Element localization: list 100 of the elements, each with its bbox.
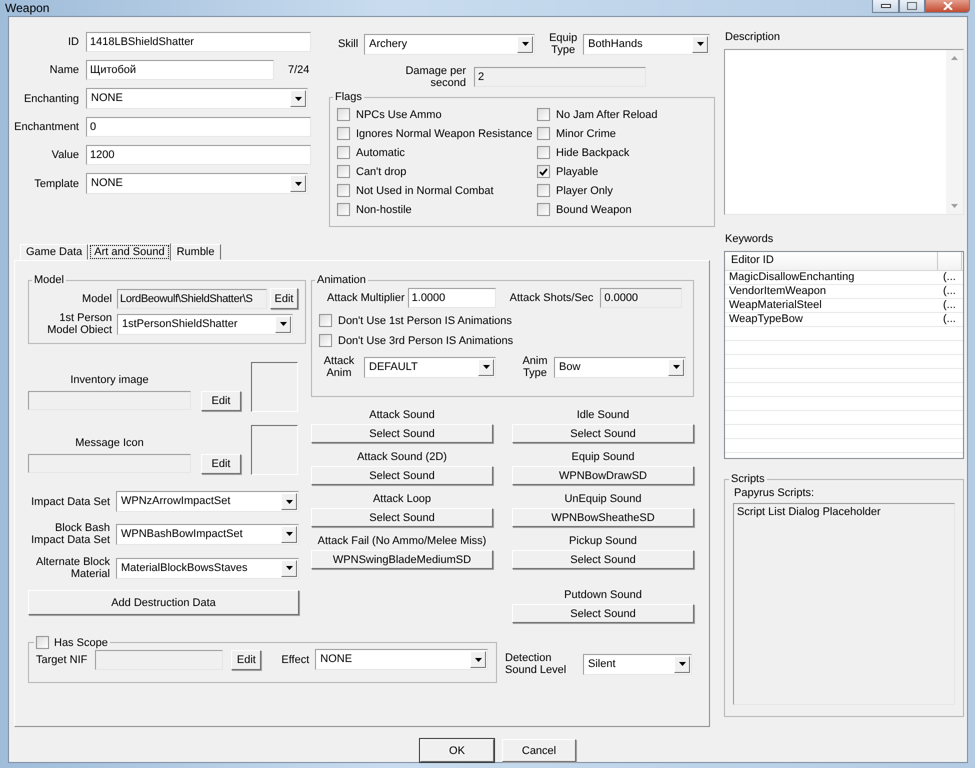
table-cell[interactable]: (... (939, 299, 961, 313)
checkbox-label: No Jam After Reload (556, 108, 658, 120)
checkbox[interactable] (319, 334, 332, 347)
sound-button[interactable]: Select Sound (512, 424, 694, 443)
table-cell[interactable]: MagicDisallowEnchanting (725, 271, 939, 285)
text-field[interactable]: 0.0000 (600, 288, 682, 308)
dropdown[interactable]: NONE (86, 173, 308, 194)
maximize-icon (907, 2, 917, 10)
text-field[interactable]: 1.0000 (408, 288, 496, 308)
tab[interactable]: Game Data (20, 244, 88, 260)
sound-button[interactable]: Select Sound (512, 604, 694, 623)
dropdown[interactable]: Bow (554, 356, 686, 378)
sound-button[interactable]: Select Sound (512, 550, 694, 569)
checkbox-label: Non-hostile (356, 204, 412, 216)
dropdown[interactable]: WPNzArrowImpactSet (116, 491, 299, 512)
dropdown[interactable]: MaterialBlockBowsStaves (116, 558, 299, 578)
text-field[interactable]: 1418LBShieldShatter (86, 32, 311, 52)
field-label: Papyrus Scripts: (734, 487, 816, 500)
text-field[interactable]: Щитобой (86, 60, 274, 80)
sound-button[interactable]: Select Sound (311, 508, 493, 527)
field-label: Template (33, 178, 80, 190)
text-field[interactable] (28, 391, 191, 410)
field-label: Enchanting (22, 92, 80, 104)
checkbox[interactable] (337, 127, 350, 140)
text-field[interactable]: 1200 (86, 145, 311, 165)
caret-icon (482, 365, 490, 369)
checkbox[interactable] (537, 108, 550, 121)
table-cell[interactable]: VendorItemWeapon (725, 285, 939, 299)
edit-button[interactable]: Edit (201, 454, 241, 474)
field-label: Name (48, 64, 80, 76)
checkbox[interactable] (36, 636, 49, 649)
text-field[interactable] (95, 650, 224, 670)
ok-button[interactable]: OK (420, 739, 494, 762)
field-label: Effect (281, 654, 310, 666)
checkbox-label: Don't Use 3rd Person IS Animations (338, 334, 514, 346)
table-cell[interactable]: (... (939, 285, 961, 299)
text-field[interactable] (28, 454, 191, 473)
sound-button[interactable]: Select Sound (311, 424, 493, 443)
field-label: Impact Data Set (30, 496, 110, 508)
field-label: Attack Multiplier (327, 292, 405, 304)
text-field[interactable]: 0 (86, 117, 311, 137)
checkbox[interactable] (337, 203, 350, 216)
description-field[interactable] (724, 49, 964, 215)
sound-button[interactable]: WPNSwingBladeMediumSD (311, 550, 493, 569)
tab[interactable]: Rumble (170, 244, 220, 260)
maximize-button[interactable] (899, 0, 925, 13)
field-label: Equip Type (548, 32, 578, 56)
field-label: Damage per second (404, 65, 467, 89)
list-item[interactable]: Script List Dialog Placeholder (737, 506, 951, 518)
group-title: Scripts (730, 473, 766, 485)
scrollbar[interactable] (946, 50, 963, 214)
checkbox[interactable] (337, 146, 350, 159)
sound-label: Attack Fail (No Ammo/Melee Miss) (318, 535, 486, 548)
text-field[interactable]: 2 (474, 67, 646, 87)
sound-button[interactable]: WPNBowSheatheSD (512, 508, 694, 527)
checkbox-label: Playable (556, 166, 598, 178)
group-title: Model (33, 274, 65, 286)
caret-icon (286, 566, 292, 570)
table-cell[interactable]: (... (939, 313, 961, 327)
text-field[interactable]: LordBeowulf\ShieldShatter\S (117, 288, 267, 308)
field-label: Enchantment (14, 121, 80, 133)
checkbox[interactable] (337, 108, 350, 121)
caret-icon (286, 500, 292, 504)
sound-button[interactable]: Select Sound (311, 466, 493, 485)
cancel-button[interactable]: Cancel (502, 739, 576, 762)
sound-label: Attack Sound (2D) (357, 451, 447, 464)
table-cell[interactable]: WeapTypeBow (725, 313, 939, 327)
minimize-button[interactable] (872, 0, 899, 13)
dropdown[interactable]: NONE (315, 649, 488, 670)
close-button[interactable] (925, 0, 970, 13)
dropdown[interactable]: DEFAULT (364, 356, 496, 378)
table-cell[interactable]: (... (939, 271, 961, 285)
column-header[interactable] (938, 252, 962, 270)
tab[interactable]: Art and Sound (88, 243, 171, 261)
checkbox[interactable] (537, 165, 550, 178)
table-cell[interactable]: WeapMaterialSteel (725, 299, 939, 313)
dropdown[interactable]: BothHands (583, 34, 710, 54)
sound-label: UnEquip Sound (564, 493, 642, 506)
dropdown[interactable]: 1stPersonShieldShatter (117, 314, 293, 334)
column-header[interactable]: Editor ID (725, 252, 938, 270)
dropdown[interactable]: NONE (86, 88, 308, 109)
dropdown[interactable]: WPNBashBowImpactSet (116, 524, 299, 544)
caret-icon (286, 532, 292, 536)
edit-button[interactable]: Edit (270, 288, 298, 309)
sound-button[interactable]: WPNBowDrawSD (512, 466, 694, 485)
checkbox[interactable] (337, 165, 350, 178)
field-label: Keywords (725, 233, 774, 246)
caret-icon (678, 662, 686, 666)
checkbox[interactable] (537, 127, 550, 140)
edit-button[interactable]: Edit (201, 391, 241, 411)
checkbox[interactable] (537, 146, 550, 159)
checkbox[interactable] (337, 184, 350, 197)
dropdown[interactable]: Archery (364, 34, 536, 54)
dropdown[interactable]: Silent (583, 654, 692, 674)
checkbox[interactable] (537, 203, 550, 216)
checkbox[interactable] (319, 314, 332, 327)
checkbox[interactable] (537, 184, 550, 197)
edit-button[interactable]: Edit (231, 650, 262, 670)
add-destruction-data-button[interactable]: Add Destruction Data (28, 590, 299, 615)
close-icon (942, 2, 952, 10)
